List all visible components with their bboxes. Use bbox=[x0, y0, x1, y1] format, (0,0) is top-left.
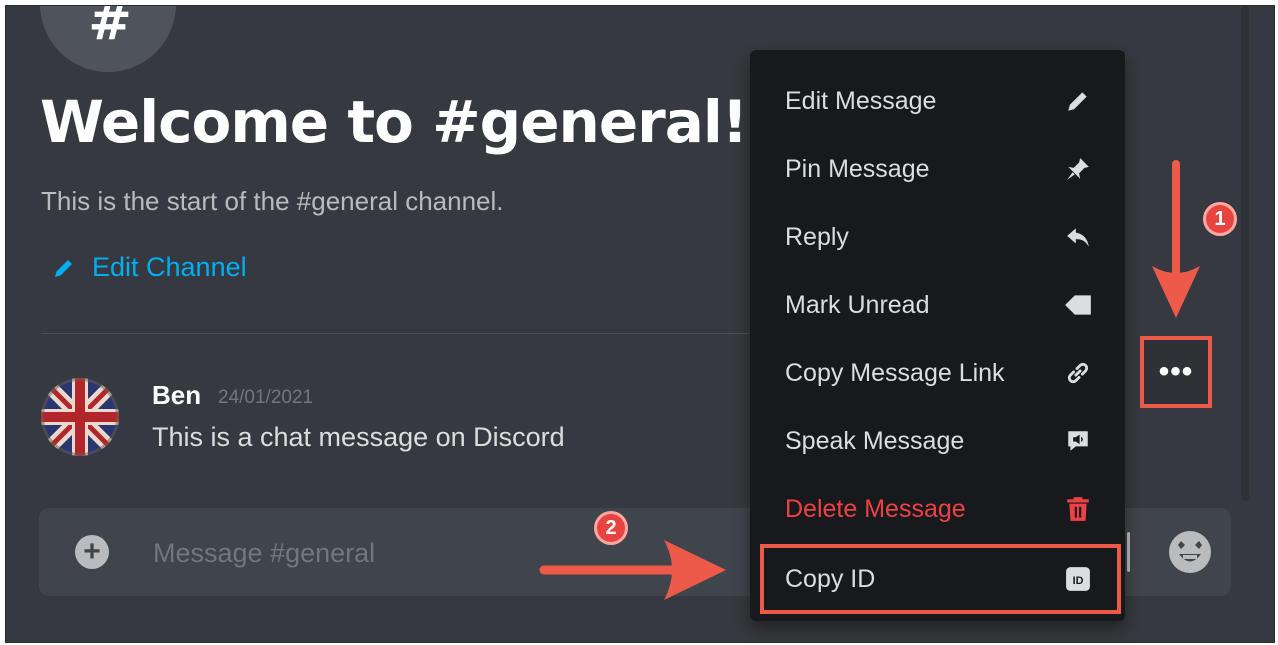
message-author[interactable]: Ben bbox=[152, 380, 201, 411]
channel-hash-icon: # bbox=[40, 6, 176, 72]
menu-item-label: Mark Unread bbox=[785, 290, 930, 319]
menu-item-label: Edit Message bbox=[785, 86, 937, 115]
arrow-down-annotation bbox=[1152, 160, 1200, 318]
step-2-badge: 2 bbox=[594, 511, 628, 545]
avatar[interactable] bbox=[41, 378, 119, 456]
menu-item-label: Delete Message bbox=[785, 494, 966, 523]
scrollbar[interactable] bbox=[1241, 6, 1249, 501]
menu-item-speak-message[interactable]: Speak Message bbox=[750, 412, 1125, 470]
message-timestamp: 24/01/2021 bbox=[218, 387, 314, 408]
menu-item-label: Copy Message Link bbox=[785, 358, 1005, 387]
menu-item-mark-unread[interactable]: Mark Unread bbox=[750, 276, 1125, 334]
plus-icon[interactable]: + bbox=[75, 535, 109, 569]
pencil-icon bbox=[55, 259, 72, 277]
menu-item-copy-id[interactable]: Copy ID ID bbox=[750, 550, 1125, 608]
menu-item-pin-message[interactable]: Pin Message bbox=[750, 140, 1125, 198]
svg-text:ID: ID bbox=[1073, 575, 1084, 587]
pencil-icon bbox=[1063, 86, 1093, 116]
message-text: This is a chat message on Discord bbox=[152, 422, 565, 452]
discord-window: # Welcome to #general! This is the start… bbox=[5, 5, 1275, 643]
arrow-right-annotation bbox=[539, 540, 726, 600]
pin-icon bbox=[1063, 154, 1093, 184]
composer-separator bbox=[1127, 532, 1130, 572]
mark-unread-icon bbox=[1063, 290, 1093, 320]
menu-item-label: Speak Message bbox=[785, 426, 965, 455]
edit-channel-label: Edit Channel bbox=[92, 252, 247, 282]
union-jack-avatar bbox=[41, 378, 119, 456]
message-context-menu: Edit Message Pin Message Reply Mark Unre… bbox=[750, 50, 1125, 621]
trash-icon bbox=[1063, 494, 1093, 524]
emoji-icon[interactable] bbox=[1169, 531, 1211, 573]
welcome-subtitle: This is the start of the #general channe… bbox=[41, 186, 504, 216]
welcome-title: Welcome to #general! bbox=[40, 88, 748, 156]
step-1-badge: 1 bbox=[1203, 202, 1237, 236]
menu-item-label: Copy ID bbox=[785, 564, 876, 593]
id-icon: ID bbox=[1063, 564, 1093, 594]
menu-item-label: Reply bbox=[785, 222, 849, 251]
menu-item-delete-message[interactable]: Delete Message bbox=[750, 480, 1125, 538]
menu-item-edit-message[interactable]: Edit Message bbox=[750, 72, 1125, 130]
menu-item-reply[interactable]: Reply bbox=[750, 208, 1125, 266]
menu-item-copy-message-link[interactable]: Copy Message Link bbox=[750, 344, 1125, 402]
divider bbox=[41, 333, 761, 334]
menu-item-label: Pin Message bbox=[785, 154, 930, 183]
more-options-label: ••• bbox=[1158, 355, 1194, 388]
edit-channel-link[interactable]: Edit Channel bbox=[52, 252, 247, 283]
speak-icon bbox=[1063, 426, 1093, 456]
link-icon bbox=[1063, 358, 1093, 388]
reply-icon bbox=[1063, 222, 1093, 252]
more-options-button[interactable]: ••• bbox=[1140, 336, 1212, 408]
